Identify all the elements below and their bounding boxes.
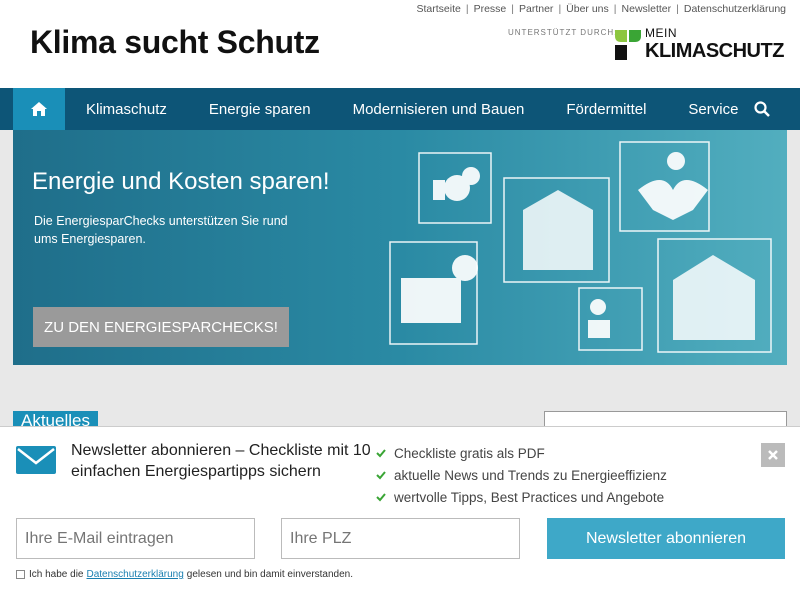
consent-text-after: gelesen und bin damit einverstanden. xyxy=(186,569,354,580)
consent-row: Ich habe die Datenschutzerklärung gelese… xyxy=(16,569,353,580)
check-icon xyxy=(376,449,386,458)
consent-text-before: Ich habe die xyxy=(29,569,84,580)
hero-title: Energie und Kosten sparen! xyxy=(32,168,330,195)
close-button[interactable] xyxy=(761,443,785,467)
nav-home-button[interactable] xyxy=(13,88,65,130)
site-title[interactable]: Klima sucht Schutz xyxy=(30,24,320,61)
benefit-item: Checkliste gratis als PDF xyxy=(376,442,667,464)
close-icon xyxy=(768,450,778,460)
check-icon xyxy=(376,471,386,480)
nav-item-foerdermittel[interactable]: Fördermittel xyxy=(545,88,667,130)
main-nav: Klimaschutz Energie sparen Modernisieren… xyxy=(0,88,800,130)
home-icon xyxy=(31,102,47,116)
consent-checkbox[interactable] xyxy=(16,570,25,579)
newsletter-overlay: Newsletter abonnieren – Checkliste mit 1… xyxy=(0,426,800,594)
benefit-item: aktuelle News und Trends zu Energieeffiz… xyxy=(376,464,667,486)
top-links: Startseite | Presse | Partner | Über uns | N… xyxy=(416,3,786,15)
search-icon[interactable] xyxy=(754,101,770,117)
toplink-datenschutz[interactable]: Datenschutzerklärung xyxy=(684,3,786,15)
support-label: UNTERSTÜTZT DURCH: xyxy=(508,28,618,37)
toplink-ueber-uns[interactable]: Über uns xyxy=(566,3,609,15)
leaf-logo-icon xyxy=(615,30,641,60)
envelope-icon xyxy=(16,446,56,474)
nav-item-modernisieren[interactable]: Modernisieren und Bauen xyxy=(332,88,546,130)
toplink-presse[interactable]: Presse xyxy=(474,3,507,15)
subscribe-button[interactable]: Newsletter abonnieren xyxy=(547,518,785,559)
toplink-newsletter[interactable]: Newsletter xyxy=(622,3,672,15)
nav-item-energie-sparen[interactable]: Energie sparen xyxy=(188,88,332,130)
logo-klimaschutz: KLIMASCHUTZ xyxy=(645,40,784,62)
toplink-partner[interactable]: Partner xyxy=(519,3,553,15)
toplink-startseite[interactable]: Startseite xyxy=(416,3,460,15)
benefit-text: aktuelle News und Trends zu Energieeffiz… xyxy=(394,467,667,483)
hero-text: Die EnergiesparChecks unterstützen Sie r… xyxy=(34,214,288,246)
privacy-link[interactable]: Datenschutzerklärung xyxy=(87,569,184,580)
energiesparchecks-button[interactable]: ZU DEN ENERGIESPARCHECKS! xyxy=(33,307,289,347)
nav-item-klimaschutz[interactable]: Klimaschutz xyxy=(65,88,188,130)
plz-field[interactable] xyxy=(281,518,520,559)
email-field[interactable] xyxy=(16,518,255,559)
benefit-text: wertvolle Tipps, Best Practices und Ange… xyxy=(394,489,665,505)
newsletter-title: Newsletter abonnieren – Checkliste mit 1… xyxy=(71,442,371,480)
klimaschutz-logo[interactable]: MEIN KLIMASCHUTZ xyxy=(613,26,788,64)
hero-banner: Energie und Kosten sparen! Die Energiesp… xyxy=(13,130,787,365)
logo-mein: MEIN xyxy=(645,26,677,40)
newsletter-benefits: Checkliste gratis als PDF aktuelle News … xyxy=(376,442,667,508)
nav-item-service[interactable]: Service xyxy=(667,88,759,130)
check-icon xyxy=(376,493,386,502)
benefit-item: wertvolle Tipps, Best Practices und Ange… xyxy=(376,486,667,508)
benefit-text: Checkliste gratis als PDF xyxy=(394,445,545,461)
